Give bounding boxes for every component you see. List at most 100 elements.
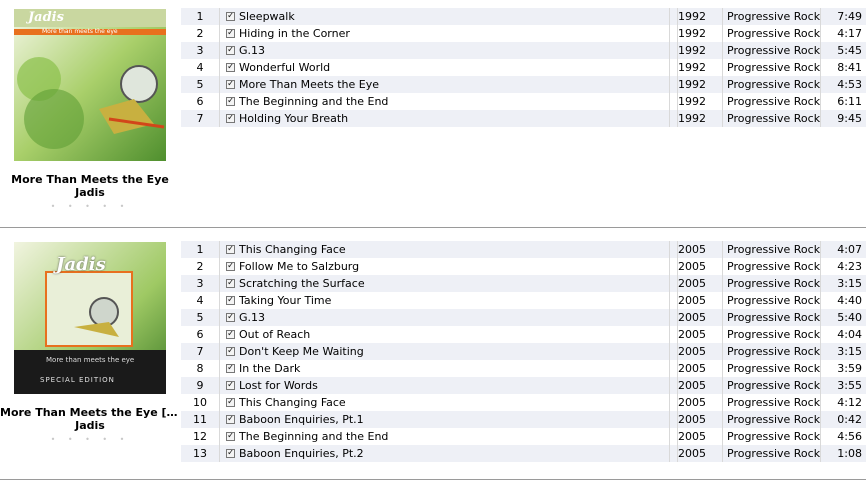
track-year: 2005: [677, 360, 722, 377]
track-row[interactable]: 2 Follow Me to Salzburg 2005Progressive Ro…: [181, 258, 866, 275]
track-year: 2005: [677, 428, 722, 445]
track-name: Out of Reach: [239, 326, 670, 343]
track-checkbox[interactable]: [226, 63, 235, 72]
track-row[interactable]: 1 This Changing Face 2005Progressive Rock4…: [181, 241, 866, 258]
cover-subtitle-text: More than meets the eye: [42, 28, 118, 35]
track-year: 2005: [677, 377, 722, 394]
track-name: Scratching the Surface: [239, 275, 670, 292]
track-genre: Progressive Rock: [722, 309, 821, 326]
track-time: 4:40: [820, 292, 862, 309]
track-row[interactable]: 6 Out of Reach 2005Progressive Rock4:04: [181, 326, 866, 343]
track-genre: Progressive Rock: [722, 377, 821, 394]
track-year: 2005: [677, 309, 722, 326]
track-row[interactable]: 9 Lost for Words 2005Progressive Rock3:55: [181, 377, 866, 394]
track-checkbox[interactable]: [226, 449, 235, 458]
track-checkbox[interactable]: [226, 313, 235, 322]
track-name: This Changing Face: [239, 241, 670, 258]
album-group: Jadis More than meets the eye More Than …: [0, 0, 866, 227]
track-time: 4:12: [820, 394, 862, 411]
track-checkbox[interactable]: [226, 398, 235, 407]
track-name: Taking Your Time: [239, 292, 670, 309]
track-name: The Beginning and the End: [239, 428, 670, 445]
track-row[interactable]: 7 Holding Your Breath 1992Progressive Rock…: [181, 110, 866, 127]
track-row[interactable]: 4 Taking Your Time 2005Progressive Rock4:4…: [181, 292, 866, 309]
track-row[interactable]: 2 Hiding in the Corner 1992Progressive Roc…: [181, 25, 866, 42]
track-row[interactable]: 3 Scratching the Surface 2005Progressive R…: [181, 275, 866, 292]
track-checkbox[interactable]: [226, 415, 235, 424]
track-time: 8:41: [820, 59, 862, 76]
track-checkbox[interactable]: [226, 46, 235, 55]
track-checkbox[interactable]: [226, 29, 235, 38]
track-genre: Progressive Rock: [722, 59, 821, 76]
track-checkbox[interactable]: [226, 245, 235, 254]
track-genre: Progressive Rock: [722, 25, 821, 42]
track-checkbox[interactable]: [226, 347, 235, 356]
track-genre: Progressive Rock: [722, 292, 821, 309]
track-genre: Progressive Rock: [722, 76, 821, 93]
album-artwork[interactable]: Jadis More than meets the eye: [14, 9, 166, 161]
track-row[interactable]: 6 The Beginning and the End 1992Progressiv…: [181, 93, 866, 110]
album-title: More Than Meets the Eye: [11, 173, 169, 186]
album-rating[interactable]: • • • • •: [0, 202, 180, 211]
cover-subtitle-text: More than meets the eye: [46, 356, 135, 364]
track-row[interactable]: 10 This Changing Face 2005Progressive Rock…: [181, 394, 866, 411]
track-year: 2005: [677, 275, 722, 292]
track-time: 4:17: [820, 25, 862, 42]
track-checkbox[interactable]: [226, 432, 235, 441]
track-checkbox[interactable]: [226, 279, 235, 288]
track-row[interactable]: 5 More Than Meets the Eye 1992Progressive …: [181, 76, 866, 93]
track-row[interactable]: 11 Baboon Enquiries, Pt.1 2005Progressive …: [181, 411, 866, 428]
track-row[interactable]: 3 G.13 1992Progressive Rock5:45: [181, 42, 866, 59]
cover-edition-text: SPECIAL EDITION: [40, 376, 115, 384]
track-time: 5:45: [820, 42, 862, 59]
track-number: 2: [181, 258, 220, 275]
track-row[interactable]: 13 Baboon Enquiries, Pt.2 2005Progressive …: [181, 445, 866, 462]
track-number: 10: [181, 394, 220, 411]
track-time: 4:07: [820, 241, 862, 258]
track-row[interactable]: 1 Sleepwalk 1992Progressive Rock7:49: [181, 8, 866, 25]
track-row[interactable]: 8 In the Dark 2005Progressive Rock3:59: [181, 360, 866, 377]
track-name: Don't Keep Me Waiting: [239, 343, 670, 360]
track-year: 2005: [677, 241, 722, 258]
track-row[interactable]: 5 G.13 2005Progressive Rock5:40: [181, 309, 866, 326]
track-number: 6: [181, 93, 220, 110]
track-number: 5: [181, 76, 220, 93]
track-time: 7:49: [820, 8, 862, 25]
track-time: 0:42: [820, 411, 862, 428]
track-genre: Progressive Rock: [722, 411, 821, 428]
track-name: Baboon Enquiries, Pt.1: [239, 411, 670, 428]
track-number: 13: [181, 445, 220, 462]
track-time: 4:56: [820, 428, 862, 445]
track-checkbox[interactable]: [226, 381, 235, 390]
track-number: 4: [181, 59, 220, 76]
track-genre: Progressive Rock: [722, 258, 821, 275]
track-name: G.13: [239, 309, 670, 326]
track-row[interactable]: 7 Don't Keep Me Waiting 2005Progressive Ro…: [181, 343, 866, 360]
track-time: 3:15: [820, 275, 862, 292]
track-genre: Progressive Rock: [722, 241, 821, 258]
track-number: 1: [181, 241, 220, 258]
track-checkbox[interactable]: [226, 330, 235, 339]
track-checkbox[interactable]: [226, 97, 235, 106]
track-row[interactable]: 4 Wonderful World 1992Progressive Rock8:41: [181, 59, 866, 76]
album-divider: [0, 479, 866, 480]
track-checkbox[interactable]: [226, 364, 235, 373]
track-name: Follow Me to Salzburg: [239, 258, 670, 275]
track-checkbox[interactable]: [226, 114, 235, 123]
track-checkbox[interactable]: [226, 80, 235, 89]
track-time: 1:08: [820, 445, 862, 462]
track-time: 4:23: [820, 258, 862, 275]
track-genre: Progressive Rock: [722, 360, 821, 377]
track-checkbox[interactable]: [226, 296, 235, 305]
track-genre: Progressive Rock: [722, 110, 821, 127]
album-rating[interactable]: • • • • •: [0, 435, 180, 444]
track-name: G.13: [239, 42, 670, 59]
track-genre: Progressive Rock: [722, 93, 821, 110]
track-number: 2: [181, 25, 220, 42]
track-checkbox[interactable]: [226, 12, 235, 21]
track-row[interactable]: 12 The Beginning and the End 2005Progressi…: [181, 428, 866, 445]
track-checkbox[interactable]: [226, 262, 235, 271]
album-artwork[interactable]: Jadis More than meets the eye SPECIAL ED…: [14, 242, 166, 394]
track-year: 2005: [677, 258, 722, 275]
track-number: 7: [181, 110, 220, 127]
